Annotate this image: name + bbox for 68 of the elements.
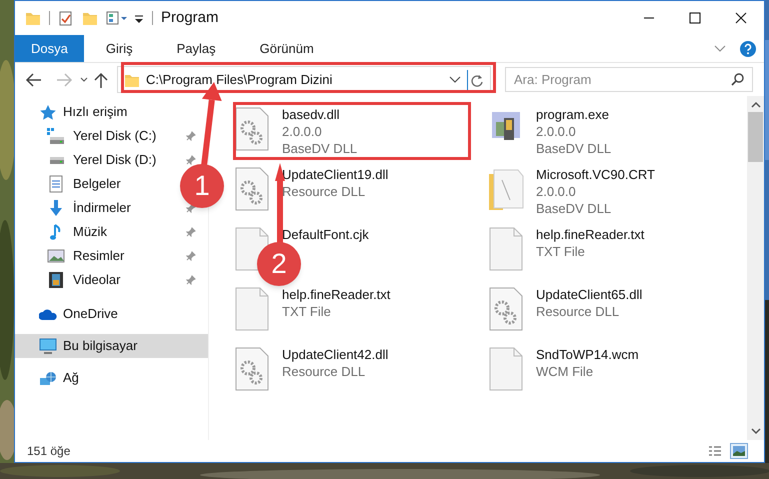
file-name[interactable]: UpdateClient42.dll [282, 346, 388, 363]
address-text: C:\Program Files\Program Dizini [146, 70, 332, 89]
file-detail: WCM File [536, 363, 594, 380]
cloud-icon [39, 308, 57, 320]
large-icons-view-button[interactable] [730, 443, 748, 459]
file-name[interactable]: SndToWP14.wcm [536, 346, 639, 363]
picture-icon [47, 249, 65, 263]
file-detail: TXT File [282, 303, 332, 320]
file-detail: 2.0.0.0 [536, 123, 577, 140]
search-icon[interactable] [731, 72, 745, 86]
sidebar-item[interactable]: Resimler [15, 244, 128, 268]
search-field[interactable]: Ara: Program [505, 67, 753, 92]
sidebar-item[interactable]: Hızlı erişim [15, 100, 132, 124]
file-tab[interactable]: Dosya [15, 35, 84, 62]
view-dropdown-icon[interactable] [106, 10, 128, 26]
file-name[interactable]: DefaultFont.cjk [282, 226, 369, 243]
file-name[interactable]: UpdateClient65.dll [536, 286, 642, 303]
monitor-icon [39, 338, 57, 354]
sidebar-item[interactable]: Bu bilgisayar [15, 334, 208, 358]
gear-file-icon[interactable] [234, 106, 270, 152]
help-icon[interactable] [740, 40, 756, 56]
document-icon [47, 175, 65, 193]
file-detail: BaseDV DLL [536, 140, 612, 157]
file-detail: Resource DLL [282, 363, 366, 380]
file-name[interactable]: help.fineReader.txt [282, 286, 390, 303]
file-name[interactable]: program.exe [536, 106, 612, 123]
expand-ribbon-icon[interactable] [714, 44, 726, 54]
ribbon-tab[interactable]: Paylaş [154, 35, 238, 62]
sidebar-item[interactable]: Ağ [15, 366, 83, 390]
file-detail: 2.0.0.0 [282, 123, 323, 140]
star-icon [39, 104, 57, 120]
file-detail: BaseDV DLL [536, 200, 612, 217]
properties-icon[interactable] [58, 10, 74, 26]
file-name[interactable]: Microsoft.VC90.CRT [536, 166, 655, 183]
gear-file-icon[interactable] [234, 346, 270, 392]
drive-icon [47, 128, 65, 144]
sidebar-item[interactable]: Belgeler [15, 172, 125, 196]
ribbon-tab[interactable]: Giriş [84, 35, 155, 62]
sidebar-item[interactable]: Yerel Disk (C:) [15, 124, 160, 148]
sidebar-item[interactable]: Müzik [15, 220, 111, 244]
pin-icon[interactable] [186, 131, 196, 141]
file-detail: TXT File [536, 243, 586, 260]
network-icon [39, 370, 57, 386]
file-name[interactable]: help.fineReader.txt [536, 226, 644, 243]
item-count: 151 öğe [27, 443, 70, 460]
film-icon [47, 271, 65, 289]
sidebar-item[interactable]: OneDrive [15, 302, 122, 326]
file-detail: 2.0.0.0 [536, 183, 577, 200]
file-name[interactable]: UpdateClient19.dll [282, 166, 388, 183]
pin-icon[interactable] [186, 251, 196, 261]
sidebar-item[interactable]: Videolar [15, 268, 124, 292]
sidebar-item[interactable]: Yerel Disk (D:) [15, 148, 160, 172]
pin-icon[interactable] [186, 155, 196, 165]
file-detail: Resource DLL [282, 183, 366, 200]
sidebar-item[interactable]: İndirmeler [15, 196, 135, 220]
file-detail: BaseDV DLL [282, 140, 358, 157]
download-arrow-icon [47, 200, 65, 216]
scrollbar-thumb[interactable] [748, 112, 763, 162]
drive-icon [47, 156, 65, 164]
file-name[interactable]: basedv.dll [282, 106, 358, 123]
gear-file-icon[interactable] [488, 286, 524, 332]
window-title: Program [161, 8, 219, 28]
pin-icon[interactable] [186, 227, 196, 237]
ribbon-tab[interactable]: Görünüm [238, 35, 336, 62]
file-detail: Resource DLL [536, 303, 620, 320]
dropdown-icon[interactable] [449, 74, 461, 84]
pin-icon[interactable] [186, 275, 196, 285]
gear-file-icon[interactable] [234, 166, 270, 212]
